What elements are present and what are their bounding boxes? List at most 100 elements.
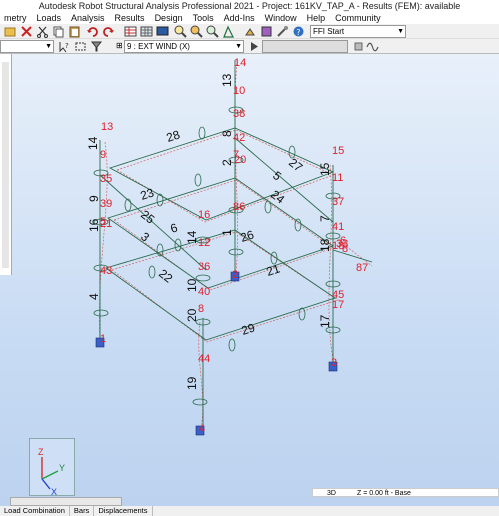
scrollbar[interactable] [2,62,9,268]
cut-icon[interactable] [36,25,49,38]
structure-model[interactable]: 1 2 3 4 5 6 8 7 8 9 10 11 12 13 14 15 16… [12,54,499,506]
redo-icon[interactable] [102,25,115,38]
open-icon[interactable] [4,25,17,38]
node-label: 41 [332,221,344,233]
bar-label: 28 [165,127,182,145]
bar-label: 1 [220,229,234,236]
node-label: 35 [100,173,112,185]
node-label: 21 [100,218,112,230]
node-label: 43 [100,265,112,277]
bar-label: 17 [318,314,332,328]
secondary-toolbar: ▼ ? ⊞ 9 : EXT WIND (X) ▼ [0,39,499,54]
svg-text:?: ? [65,42,69,50]
node-label: 9 [100,149,106,161]
menu-add-ins[interactable]: Add-Ins [220,13,261,24]
select-icon[interactable] [74,40,87,53]
view-mode: 3D [327,490,336,497]
zoom-in-icon[interactable] [174,25,187,38]
bar-label: 22 [156,266,175,285]
chevron-down-icon: ▼ [397,28,404,35]
tools-icon[interactable] [276,25,289,38]
view-tabs-strip[interactable] [10,497,122,506]
z-level: Z = 0.00 ft - Base [357,490,411,497]
status-bar: Load Combination Bars Displacements [0,506,499,516]
node-label: 86 [233,201,245,213]
menu-geometry[interactable]: metry [0,13,33,24]
menu-results[interactable]: Results [111,13,151,24]
structure-icon[interactable] [222,25,235,38]
zoom-window-icon[interactable] [190,25,203,38]
node-label: 3 [331,357,337,369]
section-icon[interactable] [244,25,257,38]
node-label: 45 [332,289,344,301]
calculate-icon[interactable] [260,25,273,38]
node-label: 33 [336,238,348,250]
bar-label: 15 [318,162,332,176]
chevron-down-icon: ▼ [235,43,242,50]
bar-label: 5 [270,168,284,183]
load-case-icon: ⊞ [116,41,122,50]
tab-bars[interactable]: Bars [70,506,95,516]
svg-text:?: ? [296,28,300,37]
bar-label: 20 [185,308,199,322]
menu-help[interactable]: Help [303,13,332,24]
grid-icon[interactable] [140,25,153,38]
menu-window[interactable]: Window [261,13,303,24]
bar-label: 4 [87,293,101,300]
help-icon[interactable]: ? [292,25,305,38]
node-label: 1 [100,333,106,345]
bar-label: 23 [139,185,156,203]
view-select[interactable]: ▼ [0,40,54,53]
bar-label: 6 [169,220,180,235]
tab-displacements[interactable]: Displacements [94,506,153,516]
node-label: 36 [198,261,210,273]
node-label: 12 [198,237,210,249]
table-icon[interactable] [124,25,137,38]
node-label: 15 [332,145,344,157]
menu-analysis[interactable]: Analysis [67,13,111,24]
node-label: 42 [233,132,245,144]
load-case-select[interactable]: 9 : EXT WIND (X) ▼ [124,40,244,53]
axis-y-label: Y [59,463,65,473]
zoom-all-icon[interactable] [206,25,219,38]
menu-design[interactable]: Design [151,13,189,24]
wave-icon[interactable] [366,40,379,53]
layout-select[interactable]: FFI Start ▼ [310,25,406,38]
window-title: Autodesk Robot Structural Analysis Profe… [38,1,461,11]
menu-loads[interactable]: Loads [33,13,68,24]
view-info-bar: 3D Z = 0.00 ft - Base [312,488,499,497]
paste-icon[interactable] [68,25,81,38]
bar-label: 16 [87,218,101,232]
node-label: 39 [100,198,112,210]
bar-label: 9 [87,195,101,202]
bar-labels: 28 23 25 6 3 22 27 5 24 26 21 29 14 9 16… [86,73,332,390]
square-icon[interactable] [352,40,365,53]
delete-icon[interactable] [20,25,33,38]
axis-z-label: Z [38,447,44,457]
bar-label: 29 [240,320,257,338]
menu-community[interactable]: Community [331,13,387,24]
node-label: 20 [234,154,246,166]
node-label: 16 [198,209,210,221]
menu-tools[interactable]: Tools [189,13,220,24]
node-label: 40 [198,286,210,298]
filter-icon[interactable] [90,40,103,53]
bar-label: 18 [318,238,332,252]
node-label: 2 [232,269,238,281]
bar-label: 14 [185,230,199,244]
node-label: 10 [233,85,245,97]
tab-load-combination[interactable]: Load Combination [0,506,70,516]
node-label: 4 [199,423,205,435]
node-label: 13 [101,121,113,133]
main-toolbar: ? FFI Start ▼ [0,24,499,39]
screen-icon[interactable] [156,25,169,38]
node-label: 37 [332,196,344,208]
undo-icon[interactable] [86,25,99,38]
bar-label: 13 [220,73,234,87]
supports [95,271,338,436]
pointer-help-icon[interactable]: ? [58,40,71,53]
bar-label: 3 [138,229,152,244]
copy-icon[interactable] [52,25,65,38]
result-select[interactable] [262,40,348,53]
case-next-icon[interactable] [248,40,261,53]
